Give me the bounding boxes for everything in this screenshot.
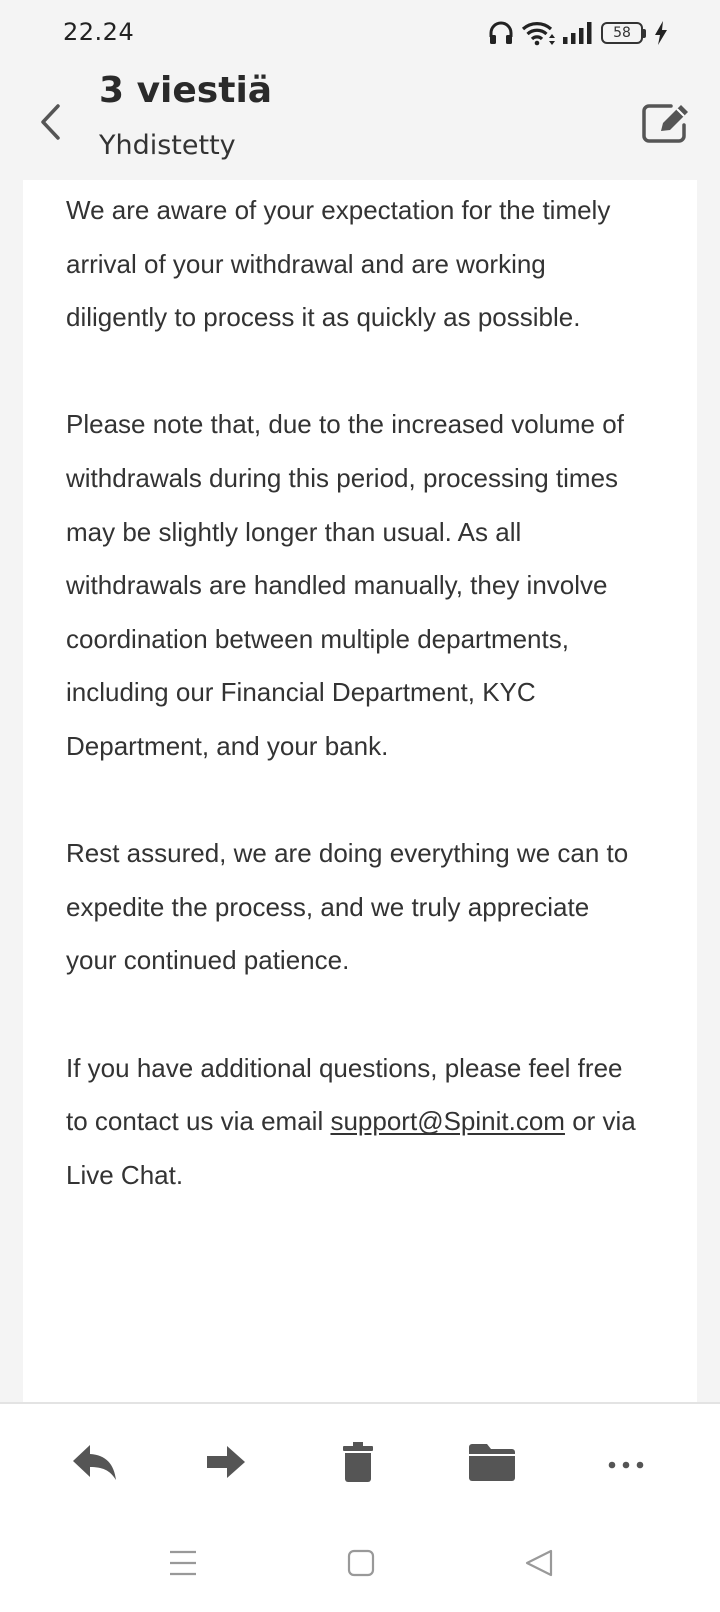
battery-level: 58	[601, 22, 643, 44]
home-button[interactable]	[336, 1540, 386, 1590]
edit-button[interactable]	[638, 98, 694, 154]
forward-icon	[205, 1443, 247, 1485]
message-body: We are aware of your expectation for the…	[66, 184, 646, 1202]
edit-icon	[641, 103, 691, 149]
folder-icon	[467, 1441, 517, 1487]
system-back-button[interactable]	[514, 1540, 564, 1590]
message-card: We are aware of your expectation for the…	[23, 180, 697, 1402]
message-paragraph: Rest assured, we are doing everything we…	[66, 838, 629, 976]
battery-icon: 58	[601, 21, 647, 45]
support-email-link[interactable]: support@Spinit.com	[330, 1106, 565, 1136]
status-icons: 58	[488, 18, 668, 48]
conversation-header: 3 viestiä Yhdistetty	[0, 64, 720, 179]
reply-icon	[70, 1442, 118, 1486]
more-icon	[608, 1455, 644, 1474]
recent-apps-button[interactable]	[158, 1540, 208, 1590]
system-nav-bar	[0, 1522, 720, 1612]
reply-button[interactable]	[62, 1432, 126, 1496]
home-icon	[347, 1549, 375, 1581]
delete-icon	[341, 1441, 375, 1487]
back-triangle-icon	[524, 1548, 554, 1582]
signal-icon	[562, 21, 594, 45]
chevron-left-icon	[38, 103, 62, 145]
wifi-icon	[521, 20, 555, 46]
page-title: 3 viestiä	[99, 70, 273, 111]
more-button[interactable]	[594, 1432, 658, 1496]
back-button[interactable]	[30, 94, 70, 154]
charging-icon	[654, 21, 668, 45]
delete-button[interactable]	[326, 1432, 390, 1496]
message-closing: If you have additional questions, please…	[66, 1042, 646, 1203]
page-subtitle: Yhdistetty	[99, 130, 236, 161]
move-to-folder-button[interactable]	[460, 1432, 524, 1496]
message-paragraph: We are aware of your expectation for the…	[66, 195, 611, 333]
message-paragraph: Please note that, due to the increased v…	[66, 409, 624, 761]
status-time: 22.24	[63, 18, 135, 46]
status-bar: 22.24 58	[0, 0, 720, 64]
menu-icon	[168, 1548, 198, 1582]
headphones-icon	[488, 21, 514, 45]
action-toolbar	[0, 1404, 720, 1522]
forward-button[interactable]	[194, 1432, 258, 1496]
